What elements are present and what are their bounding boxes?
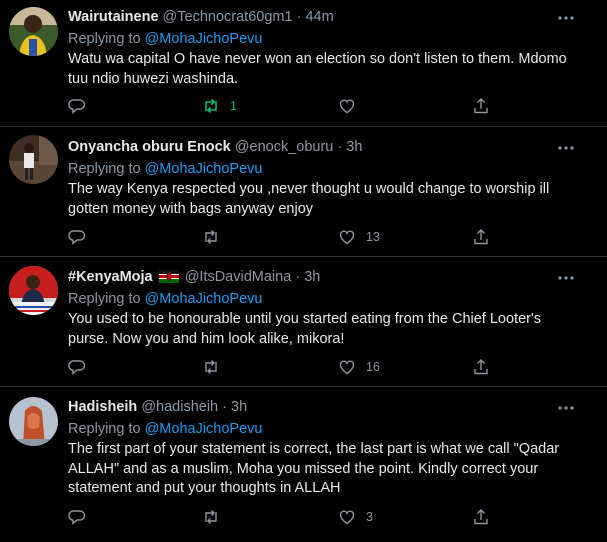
avatar[interactable] [9, 397, 58, 446]
display-name[interactable]: Hadisheih [68, 399, 137, 415]
replying-to-label: Replying to [68, 161, 141, 177]
display-name[interactable]: #KenyaMoja [68, 269, 153, 285]
tweet-actions: 1 [68, 96, 498, 116]
replying-to-handle[interactable]: @MohaJichoPevu [145, 421, 263, 437]
retweet-button[interactable]: 1 [202, 96, 237, 116]
separator-dot: · [295, 269, 301, 285]
separator-dot: · [337, 139, 343, 155]
replying-to: Replying to @MohaJichoPevu [68, 31, 262, 47]
timestamp[interactable]: 3h [231, 399, 247, 415]
separator-dot: · [296, 9, 302, 25]
share-button[interactable] [472, 96, 490, 116]
more-icon[interactable] [557, 269, 575, 287]
retweet-icon [205, 98, 217, 114]
user-handle[interactable]: @ItsDavidMaina [185, 269, 292, 285]
tweet-header: #KenyaMoja @ItsDavidMaina · 3h [68, 269, 320, 285]
reply-button[interactable] [68, 96, 96, 116]
like-button[interactable] [338, 96, 366, 116]
tweet-header: Wairutainene @Technocrat60gm1 · 44m [68, 9, 334, 25]
retweet-button[interactable] [202, 357, 230, 377]
replying-to: Replying to @MohaJichoPevu [68, 291, 262, 307]
like-count: 16 [366, 360, 380, 374]
tweet-text: The way Kenya respected you ,never thoug… [68, 181, 550, 217]
user-handle[interactable]: @enock_oburu [235, 139, 334, 155]
kenya-flag-icon [158, 270, 179, 283]
reply-button[interactable] [68, 227, 96, 247]
replying-to-label: Replying to [68, 421, 141, 437]
tweet-text: The first part of your statement is corr… [68, 441, 560, 496]
like-count: 3 [366, 510, 373, 524]
reply-icon [68, 230, 86, 246]
share-icon [474, 229, 488, 245]
avatar[interactable] [9, 266, 58, 315]
heart-icon [339, 230, 355, 245]
replying-to-label: Replying to [68, 291, 141, 307]
user-handle[interactable]: @hadisheih [141, 399, 218, 415]
user-handle[interactable]: @Technocrat60gm1 [163, 9, 293, 25]
heart-icon [339, 99, 355, 114]
share-button[interactable] [472, 227, 490, 247]
share-icon [474, 98, 488, 114]
tweet[interactable]: #KenyaMoja @ItsDavidMaina · 3h Replying … [0, 257, 607, 387]
replying-to-label: Replying to [68, 31, 141, 47]
tweet-actions: 16 [68, 357, 498, 377]
share-icon [474, 509, 488, 525]
timestamp[interactable]: 3h [304, 269, 320, 285]
retweet-icon [205, 230, 217, 244]
like-button[interactable]: 16 [338, 357, 380, 377]
tweet[interactable]: Hadisheih @hadisheih · 3h Replying to @M… [0, 387, 607, 542]
timestamp[interactable]: 44m [305, 9, 333, 25]
more-icon[interactable] [557, 399, 575, 417]
tweet[interactable]: Wairutainene @Technocrat60gm1 · 44m Repl… [0, 0, 607, 127]
tweet-header: Hadisheih @hadisheih · 3h [68, 399, 247, 415]
replying-to: Replying to @MohaJichoPevu [68, 161, 262, 177]
replying-to-handle[interactable]: @MohaJichoPevu [145, 291, 263, 307]
display-name[interactable]: Onyancha oburu Enock [68, 139, 231, 155]
replying-to-handle[interactable]: @MohaJichoPevu [145, 161, 263, 177]
tweet-header: Onyancha oburu Enock @enock_oburu · 3h [68, 139, 362, 155]
avatar[interactable] [9, 135, 58, 184]
tweet-actions: 13 [68, 227, 498, 247]
reply-icon [68, 99, 86, 115]
tweet-actions: 3 [68, 507, 498, 527]
replying-to-handle[interactable]: @MohaJichoPevu [145, 31, 263, 47]
heart-icon [339, 510, 355, 525]
more-icon[interactable] [557, 9, 575, 27]
replying-to: Replying to @MohaJichoPevu [68, 421, 262, 437]
retweet-icon [205, 360, 217, 374]
tweet[interactable]: Onyancha oburu Enock @enock_oburu · 3h R… [0, 127, 607, 257]
timestamp[interactable]: 3h [346, 139, 362, 155]
display-name[interactable]: Wairutainene [68, 9, 159, 25]
share-button[interactable] [472, 357, 490, 377]
avatar[interactable] [9, 7, 58, 56]
reply-button[interactable] [68, 357, 96, 377]
tweet-text: You used to be honourable until you star… [68, 311, 541, 347]
reply-icon [68, 510, 86, 526]
like-count: 13 [366, 230, 380, 244]
more-icon[interactable] [557, 139, 575, 157]
retweet-button[interactable] [202, 507, 230, 527]
share-button[interactable] [472, 507, 490, 527]
retweet-count: 1 [230, 99, 237, 113]
like-button[interactable]: 3 [338, 507, 373, 527]
reply-icon [68, 360, 86, 376]
heart-icon [339, 360, 355, 375]
share-icon [474, 359, 488, 375]
separator-dot: · [222, 399, 228, 415]
reply-button[interactable] [68, 507, 96, 527]
like-button[interactable]: 13 [338, 227, 380, 247]
retweet-button[interactable] [202, 227, 230, 247]
retweet-icon [205, 510, 217, 524]
tweet-text: Watu wa capital O have never won an elec… [68, 51, 567, 87]
